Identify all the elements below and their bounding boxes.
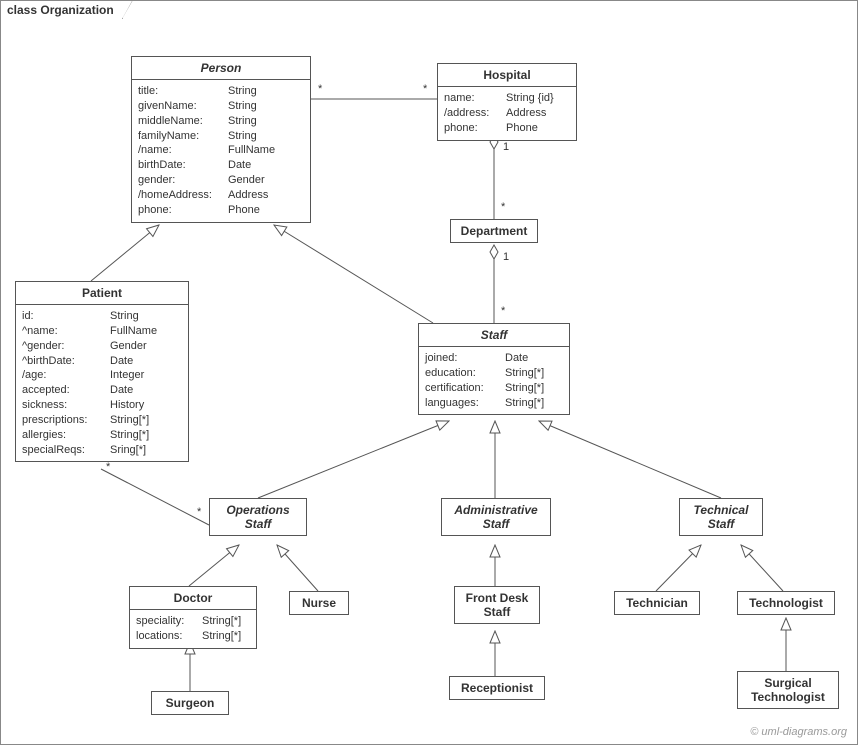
mult-patient-ops-patient: * xyxy=(106,461,110,473)
frame-title-tab: class Organization xyxy=(0,0,123,19)
class-administrative-staff: Administrative Staff xyxy=(441,498,551,536)
class-staff-title: Staff xyxy=(419,324,569,347)
class-technologist: Technologist xyxy=(737,591,835,615)
class-technical-staff: Technical Staff xyxy=(679,498,763,536)
class-doctor-attrs: speciality:String[*] locations:String[*] xyxy=(130,610,256,648)
class-technician-title: Technician xyxy=(615,592,699,614)
watermark: © uml-diagrams.org xyxy=(750,726,847,738)
class-patient-attrs: id:String ^name:FullName ^gender:Gender … xyxy=(16,305,188,461)
class-front-desk-staff-title: Front Desk Staff xyxy=(455,587,539,623)
class-staff-attrs: joined:Date education:String[*] certific… xyxy=(419,347,569,414)
class-operations-staff-title: Operations Staff xyxy=(210,499,306,535)
class-receptionist: Receptionist xyxy=(449,676,545,700)
class-hospital-attrs: name:String {id} /address:Address phone:… xyxy=(438,87,576,140)
class-patient-title: Patient xyxy=(16,282,188,305)
class-surgeon-title: Surgeon xyxy=(152,692,228,714)
class-hospital: Hospital name:String {id} /address:Addre… xyxy=(437,63,577,141)
mult-patient-ops-ops: * xyxy=(197,506,201,518)
class-hospital-title: Hospital xyxy=(438,64,576,87)
mult-person-hospital-person: * xyxy=(318,83,322,95)
class-surgical-technologist: Surgical Technologist xyxy=(737,671,839,709)
class-person-attrs: title:String givenName:String middleName… xyxy=(132,80,310,222)
class-operations-staff: Operations Staff xyxy=(209,498,307,536)
class-surgical-technologist-title: Surgical Technologist xyxy=(738,672,838,708)
mult-dept-staff-star: * xyxy=(501,305,505,317)
class-patient: Patient id:String ^name:FullName ^gender… xyxy=(15,281,189,462)
class-diagram-frame: class Organization xyxy=(0,0,858,745)
class-technical-staff-title: Technical Staff xyxy=(680,499,762,535)
class-nurse-title: Nurse xyxy=(290,592,348,614)
class-technician: Technician xyxy=(614,591,700,615)
mult-dept-staff-1: 1 xyxy=(503,251,509,263)
class-department-title: Department xyxy=(451,220,537,242)
mult-hospital-dept-star: * xyxy=(501,201,505,213)
class-front-desk-staff: Front Desk Staff xyxy=(454,586,540,624)
class-surgeon: Surgeon xyxy=(151,691,229,715)
mult-person-hospital-hospital: * xyxy=(423,83,427,95)
class-receptionist-title: Receptionist xyxy=(450,677,544,699)
class-administrative-staff-title: Administrative Staff xyxy=(442,499,550,535)
class-person-title: Person xyxy=(132,57,310,80)
class-doctor-title: Doctor xyxy=(130,587,256,610)
frame-title: class Organization xyxy=(7,3,114,17)
class-technologist-title: Technologist xyxy=(738,592,834,614)
class-nurse: Nurse xyxy=(289,591,349,615)
mult-hospital-dept-1: 1 xyxy=(503,141,509,153)
class-person: Person title:String givenName:String mid… xyxy=(131,56,311,223)
class-staff: Staff joined:Date education:String[*] ce… xyxy=(418,323,570,415)
class-department: Department xyxy=(450,219,538,243)
class-doctor: Doctor speciality:String[*] locations:St… xyxy=(129,586,257,649)
